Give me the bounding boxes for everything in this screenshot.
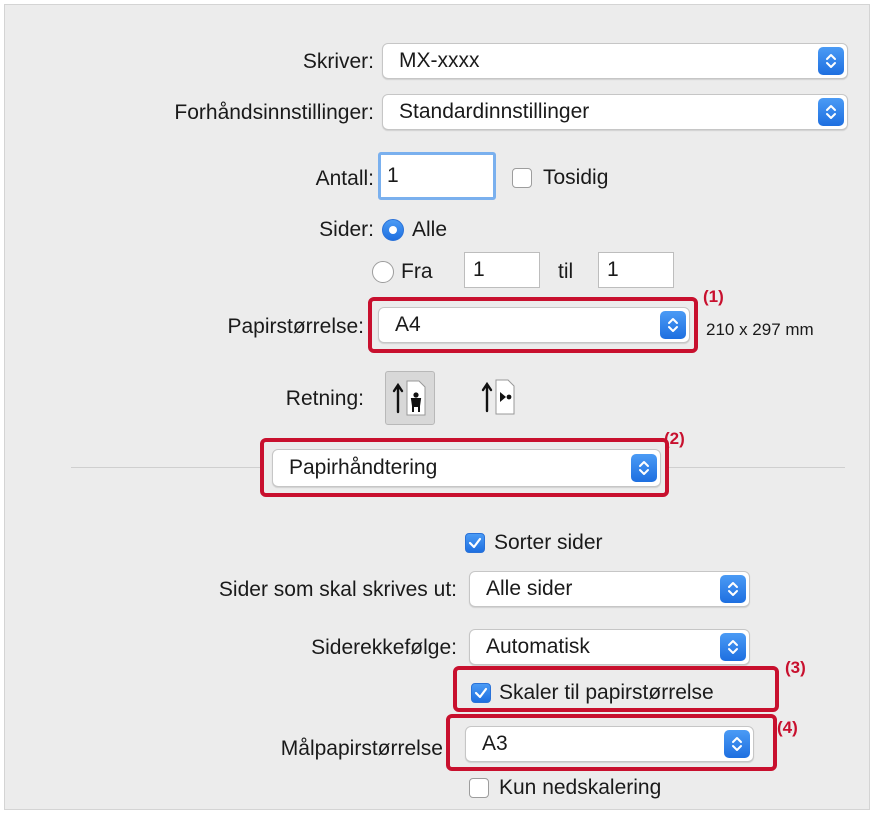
pages-label: Sider: (319, 218, 374, 241)
copies-input[interactable]: 1 (378, 152, 496, 200)
target-paper-label: Målpapirstørrelse (280, 737, 443, 760)
callout-1: (1) (703, 287, 724, 306)
pages-to-print-popup[interactable]: Alle sider (469, 571, 750, 607)
two-sided-checkbox[interactable] (512, 168, 532, 188)
separator-right (665, 467, 845, 468)
pages-to-value: 1 (607, 258, 619, 281)
presets-value: Standardinnstillinger (399, 100, 590, 123)
highlight-box-4 (446, 714, 777, 771)
presets-popup[interactable]: Standardinnstillinger (382, 94, 848, 130)
orientation-label: Retning: (285, 387, 364, 410)
pages-to-print-value: Alle sider (486, 577, 573, 600)
chevron-updown-icon (818, 98, 844, 126)
pages-to-input[interactable]: 1 (598, 252, 674, 288)
page-order-popup[interactable]: Automatisk (469, 629, 750, 665)
copies-label: Antall: (315, 167, 374, 190)
pages-from-label: Fra (401, 260, 433, 283)
printer-value: MX-xxxx (399, 49, 480, 72)
checkmark-icon (468, 537, 482, 549)
chevron-updown-icon (818, 47, 844, 75)
printer-popup[interactable]: MX-xxxx (382, 43, 848, 79)
print-dialog: Skriver: MX-xxxx Forhåndsinnstillinger: … (4, 4, 870, 810)
highlight-box-1 (368, 297, 698, 353)
callout-2: (2) (664, 429, 685, 448)
chevron-updown-icon (720, 633, 746, 661)
highlight-box-2 (260, 438, 669, 497)
page-order-label: Siderekkefølge: (311, 636, 457, 659)
orientation-landscape-button[interactable] (475, 371, 525, 425)
pages-all-radio[interactable] (382, 219, 404, 241)
copies-value: 1 (387, 164, 399, 187)
paper-size-label: Papirstørrelse: (227, 315, 364, 338)
callout-4: (4) (777, 718, 798, 737)
scale-down-only-label: Kun nedskalering (499, 776, 662, 799)
orientation-portrait-button[interactable] (385, 371, 435, 425)
collate-checkbox[interactable] (465, 533, 485, 553)
presets-label: Forhåndsinnstillinger: (174, 101, 374, 124)
separator-left (71, 467, 261, 468)
highlight-box-3 (453, 666, 779, 712)
callout-3: (3) (785, 658, 806, 677)
collate-label: Sorter sider (494, 531, 603, 554)
pages-from-value: 1 (473, 258, 485, 281)
paper-dimensions: 210 x 297 mm (706, 320, 814, 339)
pages-from-radio[interactable] (372, 261, 394, 283)
page-order-value: Automatisk (486, 635, 590, 658)
portrait-orientation-icon (392, 380, 426, 416)
pages-all-label: Alle (412, 218, 448, 241)
printer-label: Skriver: (302, 50, 374, 73)
chevron-updown-icon (720, 575, 746, 603)
two-sided-label: Tosidig (543, 166, 609, 189)
landscape-orientation-icon (481, 379, 515, 415)
scale-down-only-checkbox[interactable] (469, 778, 489, 798)
pages-to-print-label: Sider som skal skrives ut: (218, 578, 457, 601)
pages-from-input[interactable]: 1 (464, 252, 540, 288)
pages-to-label: til (558, 260, 574, 283)
